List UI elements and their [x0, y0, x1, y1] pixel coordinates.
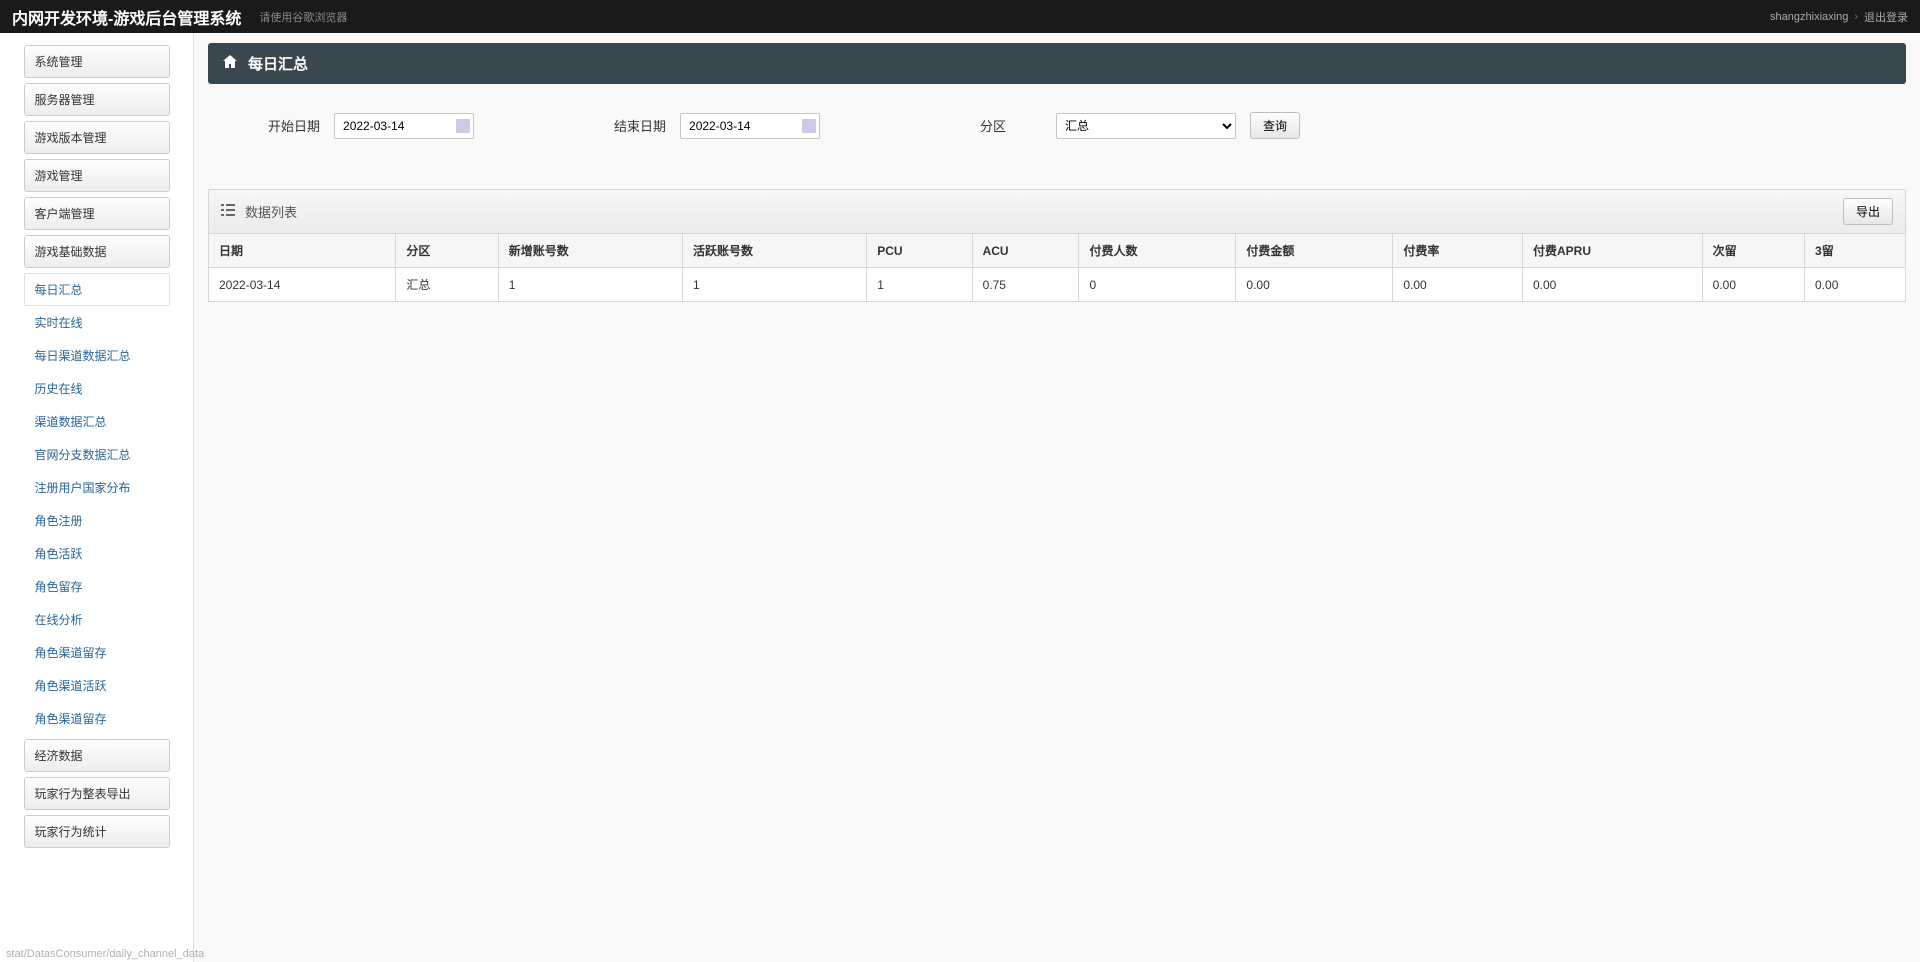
end-date-input[interactable] — [680, 113, 820, 139]
table-cell: 1 — [498, 268, 682, 302]
sidebar-section[interactable]: 玩家行为整表导出 — [24, 777, 170, 810]
sidebar-item[interactable]: 渠道数据汇总 — [24, 405, 170, 438]
table-header-cell: 付费APRU — [1522, 234, 1702, 268]
table-body: 2022-03-14汇总1110.7500.000.000.000.000.00 — [209, 268, 1906, 302]
table-cell: 0.00 — [1805, 268, 1906, 302]
chevron-right-icon: › — [1854, 11, 1858, 23]
table-header-cell: 新增账号数 — [498, 234, 682, 268]
sidebar-item[interactable]: 在线分析 — [24, 603, 170, 636]
sidebar-item[interactable]: 角色渠道留存 — [24, 636, 170, 669]
main-content: 每日汇总 开始日期 结束日期 分区 — [194, 33, 1920, 962]
sidebar-section[interactable]: 服务器管理 — [24, 83, 170, 116]
table-row: 2022-03-14汇总1110.7500.000.000.000.000.00 — [209, 268, 1906, 302]
page-title: 每日汇总 — [248, 53, 308, 74]
calendar-icon[interactable] — [802, 119, 816, 133]
table-cell: 汇总 — [396, 268, 498, 302]
sidebar-section[interactable]: 经济数据 — [24, 739, 170, 772]
sidebar: 系统管理服务器管理游戏版本管理游戏管理客户端管理游戏基础数据每日汇总实时在线每日… — [0, 33, 194, 962]
sidebar-item[interactable]: 角色渠道活跃 — [24, 669, 170, 702]
sidebar-item[interactable]: 官网分支数据汇总 — [24, 438, 170, 471]
export-button[interactable]: 导出 — [1843, 198, 1893, 225]
sidebar-item[interactable]: 角色留存 — [24, 570, 170, 603]
filter-end-date: 结束日期 — [614, 113, 820, 139]
browser-tip: 请使用谷歌浏览器 — [259, 9, 347, 25]
panel-title: 数据列表 — [245, 202, 297, 221]
table-header-cell: 日期 — [209, 234, 396, 268]
page-header: 每日汇总 — [208, 43, 1906, 84]
table-cell: 0.75 — [972, 268, 1079, 302]
sidebar-item[interactable]: 角色渠道留存 — [24, 702, 170, 735]
filter-row: 开始日期 结束日期 分区 汇总 — [208, 112, 1906, 139]
sidebar-item[interactable]: 角色注册 — [24, 504, 170, 537]
table-cell: 0.00 — [1236, 268, 1393, 302]
start-date-input[interactable] — [334, 113, 474, 139]
navbar-right: shangzhixiaxing › 退出登录 — [1770, 9, 1908, 25]
table-cell: 0.00 — [1702, 268, 1804, 302]
home-icon — [222, 54, 238, 73]
end-date-label: 结束日期 — [614, 116, 666, 135]
sidebar-item[interactable]: 实时在线 — [24, 306, 170, 339]
table-header-cell: 付费人数 — [1079, 234, 1236, 268]
table-header-cell: 次留 — [1702, 234, 1804, 268]
sidebar-section[interactable]: 游戏管理 — [24, 159, 170, 192]
start-date-label: 开始日期 — [268, 116, 320, 135]
table-cell: 1 — [682, 268, 866, 302]
table-cell: 0 — [1079, 268, 1236, 302]
sidebar-item[interactable]: 每日汇总 — [24, 273, 170, 306]
table-header-row: 日期分区新增账号数活跃账号数PCUACU付费人数付费金额付费率付费APRU次留3… — [209, 234, 1906, 268]
list-icon — [221, 203, 235, 220]
sidebar-section[interactable]: 游戏基础数据 — [24, 235, 170, 268]
table-header-cell: 付费率 — [1393, 234, 1523, 268]
sidebar-section[interactable]: 玩家行为统计 — [24, 815, 170, 848]
table-header-cell: PCU — [867, 234, 972, 268]
sidebar-item[interactable]: 角色活跃 — [24, 537, 170, 570]
status-bar: stat/DatasConsumer/daily_channel_data — [0, 946, 210, 962]
table-cell: 1 — [867, 268, 972, 302]
data-panel-header: 数据列表 导出 — [208, 189, 1906, 233]
table-header-cell: 3留 — [1805, 234, 1906, 268]
logout-link[interactable]: 退出登录 — [1864, 9, 1908, 25]
zone-label: 分区 — [980, 116, 1006, 135]
search-button[interactable]: 查询 — [1250, 112, 1300, 139]
sidebar-section[interactable]: 游戏版本管理 — [24, 121, 170, 154]
sidebar-item[interactable]: 每日渠道数据汇总 — [24, 339, 170, 372]
data-table: 日期分区新增账号数活跃账号数PCUACU付费人数付费金额付费率付费APRU次留3… — [208, 233, 1906, 302]
sidebar-item[interactable]: 注册用户国家分布 — [24, 471, 170, 504]
table-cell: 0.00 — [1522, 268, 1702, 302]
sidebar-item[interactable]: 历史在线 — [24, 372, 170, 405]
table-header-cell: 分区 — [396, 234, 498, 268]
username-link[interactable]: shangzhixiaxing — [1770, 11, 1848, 23]
table-header-cell: ACU — [972, 234, 1079, 268]
sidebar-section[interactable]: 系统管理 — [24, 45, 170, 78]
app-title: 内网开发环境-游戏后台管理系统 — [12, 5, 241, 29]
filter-zone: 分区 汇总 — [980, 113, 1236, 139]
filter-start-date: 开始日期 — [268, 113, 474, 139]
top-navbar: 内网开发环境-游戏后台管理系统 请使用谷歌浏览器 shangzhixiaxing… — [0, 0, 1920, 33]
table-header-cell: 活跃账号数 — [682, 234, 866, 268]
table-cell: 0.00 — [1393, 268, 1523, 302]
table-header-cell: 付费金额 — [1236, 234, 1393, 268]
zone-select[interactable]: 汇总 — [1056, 113, 1236, 139]
calendar-icon[interactable] — [456, 119, 470, 133]
table-cell: 2022-03-14 — [209, 268, 396, 302]
sidebar-section[interactable]: 客户端管理 — [24, 197, 170, 230]
